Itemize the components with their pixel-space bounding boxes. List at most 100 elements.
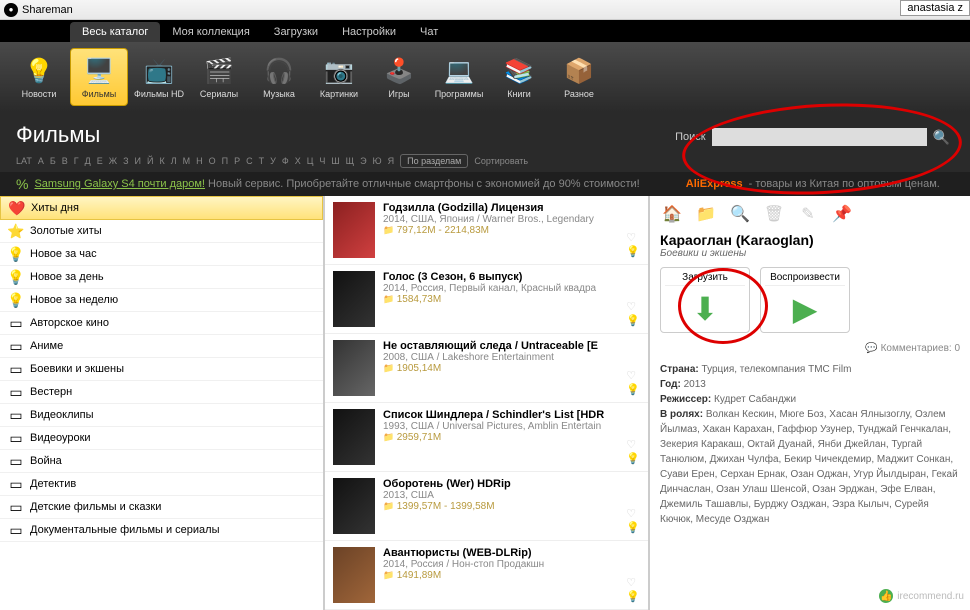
tool-Игры[interactable]: 🕹️Игры (370, 48, 428, 106)
tab-0[interactable]: Весь каталог (70, 22, 160, 42)
alpha-Ф[interactable]: Ф (282, 156, 289, 166)
alpha-Л[interactable]: Л (171, 156, 177, 166)
edit-icon[interactable]: ✎ (796, 202, 820, 226)
movie-item[interactable]: Авантюристы (WEB-DLRip)2014, Россия / Но… (325, 541, 648, 610)
alpha-А[interactable]: А (38, 156, 44, 166)
folder-icon[interactable]: 📁 (694, 202, 718, 226)
tool-Книги[interactable]: 📚Книги (490, 48, 548, 106)
sidebar-item[interactable]: ▭Авторское кино (0, 312, 323, 335)
alpha-LAT[interactable]: LAT (16, 156, 32, 166)
alpha-Ю[interactable]: Ю (373, 156, 382, 166)
promo-link[interactable]: Samsung Galaxy S4 почти даром! (34, 178, 205, 190)
movie-thumbnail (333, 202, 375, 258)
aliexpress-label[interactable]: AliExpress (686, 178, 743, 190)
search-icon[interactable]: 🔍 (933, 129, 950, 146)
alpha-Х[interactable]: Х (295, 156, 301, 166)
sort-button[interactable]: Сортировать (474, 156, 528, 166)
sidebar-item[interactable]: 💡Новое за неделю (0, 289, 323, 312)
alpha-Я[interactable]: Я (388, 156, 395, 166)
sidebar-item[interactable]: ▭Видеоклипы (0, 404, 323, 427)
delete-icon[interactable]: 🗑 (762, 202, 786, 226)
alpha-Щ[interactable]: Щ (346, 156, 354, 166)
category-icon: ▭ (8, 361, 24, 377)
sidebar-item[interactable]: ▭Аниме (0, 335, 323, 358)
movie-item[interactable]: Годзилла (Godzilla) Лицензия2014, США, Я… (325, 196, 648, 265)
play-icon: ▶ (765, 290, 845, 328)
movie-item[interactable]: Не оставляющий следа / Untraceable [E200… (325, 334, 648, 403)
alpha-М[interactable]: М (183, 156, 191, 166)
home-icon[interactable]: 🏠 (660, 202, 684, 226)
search-label: Поиск (675, 131, 705, 143)
sidebar-item[interactable]: ❤️Хиты дня (0, 196, 323, 220)
sections-button[interactable]: По разделам (400, 154, 468, 168)
alpha-Т[interactable]: Т (259, 156, 265, 166)
sidebar-item[interactable]: ▭Детектив (0, 473, 323, 496)
user-badge[interactable]: anastasia z (900, 0, 970, 16)
sidebar-item[interactable]: ▭Детские фильмы и сказки (0, 496, 323, 519)
alpha-Е[interactable]: Е (97, 156, 103, 166)
movie-item[interactable]: Список Шиндлера / Schindler's List [HDR1… (325, 403, 648, 472)
search-input[interactable] (712, 128, 927, 146)
alphabet-filter: LAT АБВГДЕЖЗИЙКЛМНОПРСТУФХЦЧШЩЭЮЯ По разде… (16, 154, 954, 168)
alpha-Ж[interactable]: Ж (109, 156, 117, 166)
play-button[interactable]: Воспроизвести ▶ (760, 267, 850, 333)
movie-thumbnail (333, 409, 375, 465)
bulb-icon: 💡 (626, 452, 640, 465)
alpha-Ч[interactable]: Ч (319, 156, 325, 166)
tool-icon: 🎧 (263, 55, 295, 87)
alpha-Д[interactable]: Д (85, 156, 91, 166)
alpha-Н[interactable]: Н (196, 156, 203, 166)
alpha-Б[interactable]: Б (50, 156, 56, 166)
main-tabs: Весь каталогМоя коллекцияЗагрузкиНастрой… (0, 20, 970, 42)
tool-Сериалы[interactable]: 🎬Сериалы (190, 48, 248, 106)
alpha-П[interactable]: П (222, 156, 228, 166)
tab-1[interactable]: Моя коллекция (160, 22, 261, 42)
tool-icon: 🕹️ (383, 55, 415, 87)
magnify-icon[interactable]: 🔍 (728, 202, 752, 226)
alpha-Ш[interactable]: Ш (331, 156, 339, 166)
sidebar-item[interactable]: ▭Война (0, 450, 323, 473)
sidebar-item[interactable]: ▭Вестерн (0, 381, 323, 404)
tool-Картинки[interactable]: 📷Картинки (310, 48, 368, 106)
tab-4[interactable]: Чат (408, 22, 450, 42)
tool-Новости[interactable]: 💡Новости (10, 48, 68, 106)
detail-title: Караоглан (Karaoglan) (660, 232, 960, 248)
alpha-К[interactable]: К (159, 156, 164, 166)
alpha-О[interactable]: О (209, 156, 216, 166)
sidebar-item[interactable]: ▭Видеоуроки (0, 427, 323, 450)
sidebar-item[interactable]: 💡Новое за день (0, 266, 323, 289)
tab-2[interactable]: Загрузки (262, 22, 330, 42)
tool-Музыка[interactable]: 🎧Музыка (250, 48, 308, 106)
pin-icon[interactable]: 📌 (830, 202, 854, 226)
category-icon: ▭ (8, 453, 24, 469)
comments-count[interactable]: Комментариев: 0 (660, 343, 960, 354)
tab-3[interactable]: Настройки (330, 22, 408, 42)
alpha-Г[interactable]: Г (74, 156, 79, 166)
main-content: ❤️Хиты дня⭐Золотые хиты💡Новое за час💡Нов… (0, 196, 970, 610)
alpha-В[interactable]: В (62, 156, 68, 166)
alpha-Ц[interactable]: Ц (307, 156, 314, 166)
alpha-У[interactable]: У (270, 156, 276, 166)
alpha-Р[interactable]: Р (234, 156, 240, 166)
tool-Программы[interactable]: 💻Программы (430, 48, 488, 106)
movie-thumbnail (333, 478, 375, 534)
sidebar-item[interactable]: ▭Боевики и экшены (0, 358, 323, 381)
movie-item[interactable]: Оборотень (Wer) HDRip2013, США1399,57M -… (325, 472, 648, 541)
alpha-С[interactable]: С (246, 156, 253, 166)
bulb-icon: 💡 (626, 245, 640, 258)
tool-Разное[interactable]: 📦Разное (550, 48, 608, 106)
alpha-Э[interactable]: Э (360, 156, 366, 166)
sidebar-item[interactable]: ⭐Золотые хиты (0, 220, 323, 243)
category-toolbar: 💡Новости🖥️Фильмы📺Фильмы HD🎬Сериалы🎧Музык… (0, 42, 970, 112)
sidebar-item[interactable]: 💡Новое за час (0, 243, 323, 266)
alpha-З[interactable]: З (123, 156, 128, 166)
tool-Фильмы HD[interactable]: 📺Фильмы HD (130, 48, 188, 106)
movie-item[interactable]: Голос (3 Сезон, 6 выпуск)2014, Россия, П… (325, 265, 648, 334)
bulb-icon: 💡 (626, 383, 640, 396)
download-button[interactable]: Загрузить ⬇ (660, 267, 750, 333)
alpha-Й[interactable]: Й (147, 156, 153, 166)
sidebar-item[interactable]: ▭Документальные фильмы и сериалы (0, 519, 323, 542)
alpha-И[interactable]: И (135, 156, 141, 166)
heart-icon: ♡ (626, 438, 640, 451)
tool-Фильмы[interactable]: 🖥️Фильмы (70, 48, 128, 106)
